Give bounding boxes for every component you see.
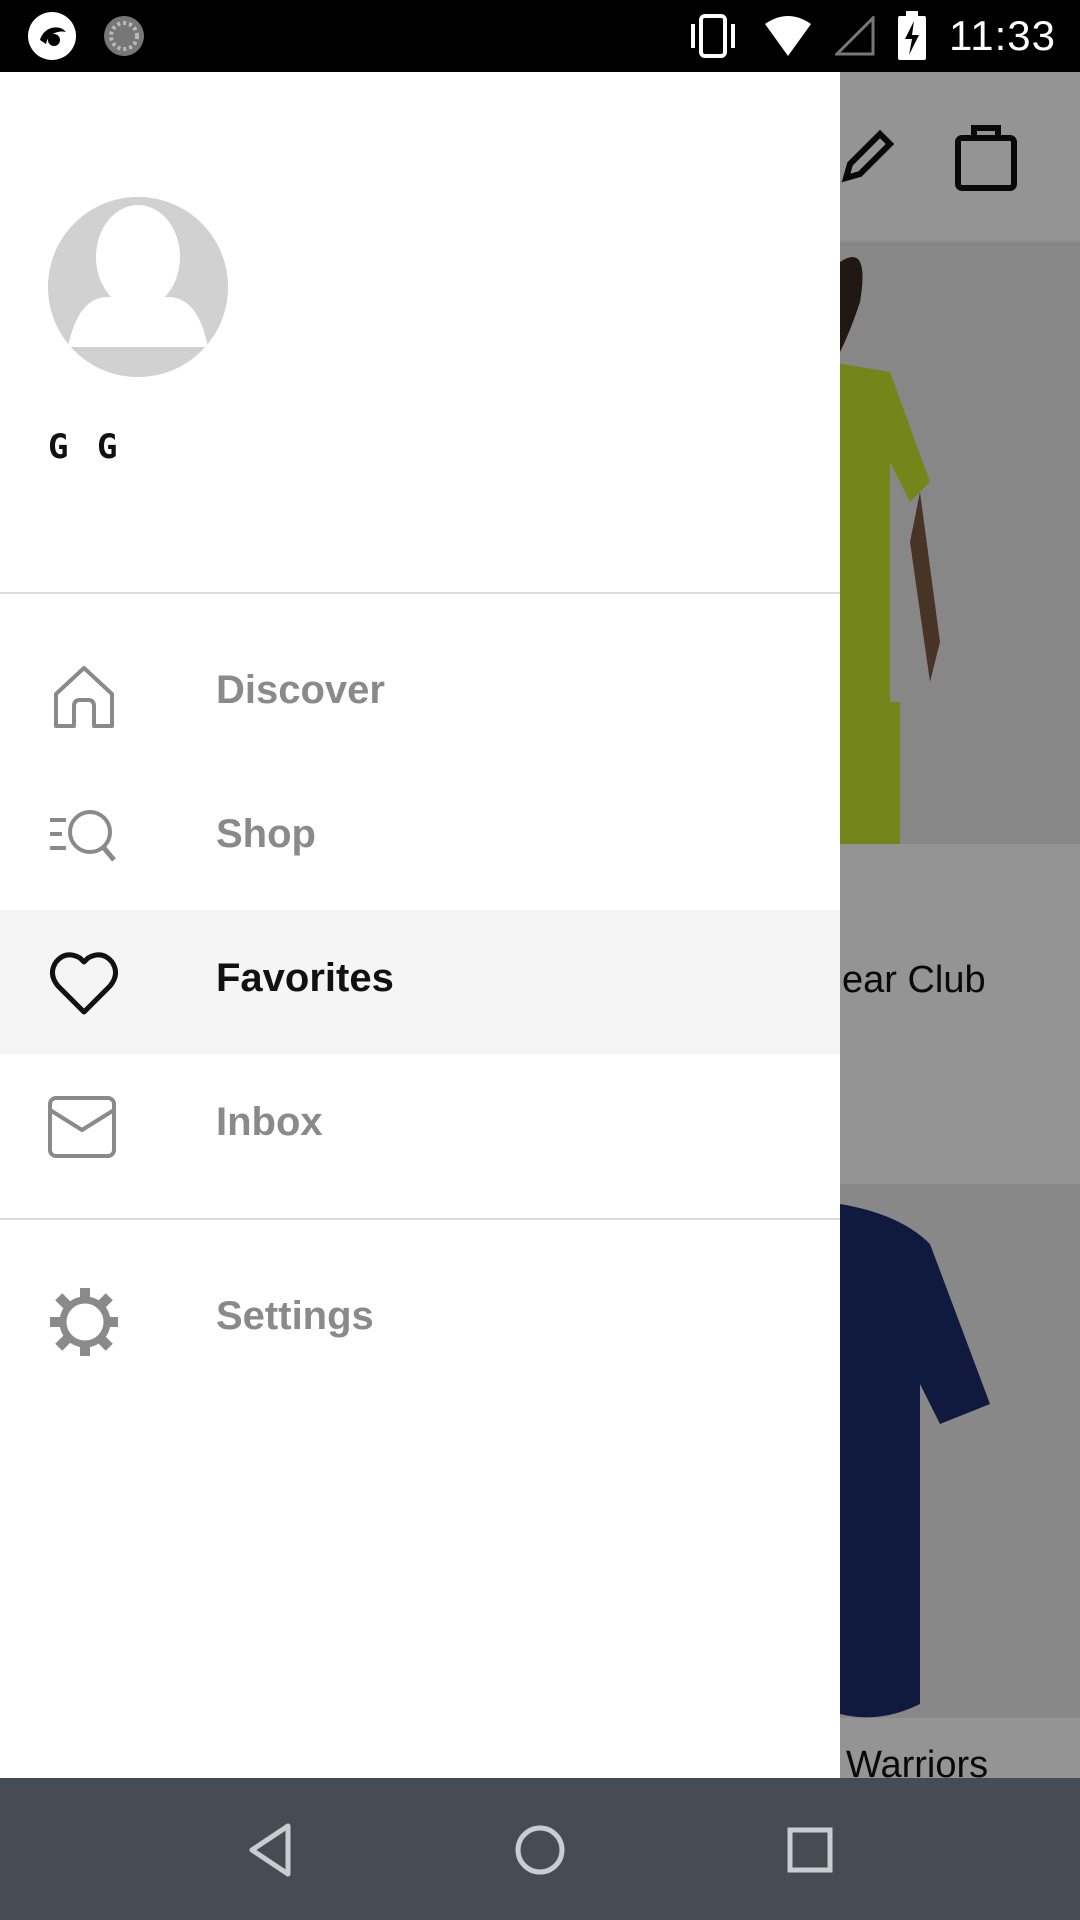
nav-item-favorites[interactable]: Favorites	[0, 910, 840, 1054]
gear-icon	[50, 1288, 118, 1356]
nav-item-settings[interactable]: Settings	[0, 1248, 840, 1392]
app-logo-icon	[28, 12, 76, 60]
navigation-drawer: G G Discover Shop Favorites Inbox Settin…	[0, 72, 840, 1778]
heart-icon	[50, 952, 118, 1015]
battery-charging-icon	[898, 11, 926, 60]
nav-label: Shop	[216, 812, 316, 856]
user-name: G G	[48, 427, 122, 467]
status-time: 11:33	[949, 12, 1056, 59]
nav-label: Inbox	[216, 1100, 323, 1144]
recents-icon[interactable]	[774, 1814, 846, 1886]
nav-label: Discover	[216, 668, 385, 712]
nav-item-shop[interactable]: Shop	[0, 766, 840, 910]
home-icon	[54, 666, 114, 728]
search-list-icon	[50, 810, 116, 862]
vibrate-icon	[691, 14, 735, 58]
nav-label: Favorites	[216, 956, 394, 1000]
status-bar: 11:33	[0, 0, 1080, 72]
mail-icon	[48, 1096, 116, 1158]
home-circle-icon[interactable]	[504, 1814, 576, 1886]
back-icon[interactable]	[234, 1814, 306, 1886]
avatar[interactable]	[48, 197, 228, 377]
nav-label: Settings	[216, 1294, 374, 1338]
sync-icon	[104, 16, 144, 56]
nav-item-discover[interactable]: Discover	[0, 622, 840, 766]
divider	[0, 592, 840, 594]
signal-icon	[835, 16, 875, 56]
divider	[0, 1218, 840, 1220]
default-avatar-icon	[48, 197, 228, 377]
wifi-icon	[765, 16, 811, 56]
system-nav-bar	[0, 1778, 1080, 1920]
nav-item-inbox[interactable]: Inbox	[0, 1054, 840, 1198]
